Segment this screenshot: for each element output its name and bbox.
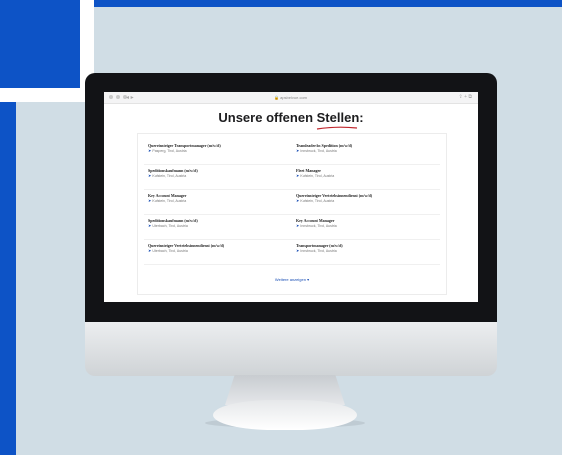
job-grid: Quereinsteiger Transportmanager (m/w/d) ➤… <box>144 140 440 265</box>
job-location-text: Uterbach, Tirol, Austria <box>152 224 188 228</box>
job-list-card: Quereinsteiger Transportmanager (m/w/d) ➤… <box>137 133 447 295</box>
minimize-dot[interactable] <box>116 95 120 99</box>
job-listing[interactable]: Teamleader/in Spedition (m/w/d) ➤Innsbruc… <box>292 143 440 164</box>
job-listing[interactable]: Speditionskaufmann (m/w/d) ➤Kufstein, Tir… <box>144 168 292 189</box>
job-location: ➤Kufstein, Tirol, Austria <box>148 198 292 204</box>
job-listing[interactable]: Transportmanager (m/w/d) ➤Innsbruck, Tiro… <box>292 243 440 264</box>
monitor-base <box>213 400 357 430</box>
job-location: ➤Pasperg, Tirol, Austria <box>148 148 292 154</box>
job-location-text: Kufstein, Tirol, Austria <box>152 199 187 203</box>
location-pin-icon: ➤ <box>148 223 152 228</box>
job-location: ➤Uterbach, Tirol, Austria <box>148 248 292 254</box>
location-pin-icon: ➤ <box>296 173 300 178</box>
job-row: Quereinsteiger Vertriebsinnendienst (m/w… <box>144 240 440 265</box>
monitor-chin <box>85 322 497 376</box>
job-listing[interactable]: Key Account Manager ➤Innsbruck, Tirol, Au… <box>292 218 440 239</box>
job-row: Speditionskaufmann (m/w/d) ➤Uterbach, Tir… <box>144 215 440 240</box>
job-listing[interactable]: Quereinsteiger Transportmanager (m/w/d) ➤… <box>144 143 292 164</box>
job-listing[interactable]: Quereinsteiger Vertriebsinnendienst (m/w… <box>144 243 292 264</box>
location-pin-icon: ➤ <box>148 173 152 178</box>
job-location: ➤Innsbruck, Tirol, Austria <box>296 248 440 254</box>
browser-toolbar: ◂ ▸ 🔒 apsbelvue.com ⇪ + ⧉ <box>104 92 478 104</box>
page-title: Unsere offenen Stellen: <box>104 110 478 130</box>
job-location-text: Kufstein, Tirol, Austria <box>300 199 335 203</box>
location-pin-icon: ➤ <box>296 198 300 203</box>
location-pin-icon: ➤ <box>148 148 152 153</box>
job-listing[interactable]: Quereinsteiger Vertriebsinnendienst (m/w… <box>292 193 440 214</box>
job-location-text: Kufstein, Tirol, Austria <box>152 174 187 178</box>
monitor-screen: ◂ ▸ 🔒 apsbelvue.com ⇪ + ⧉ Unsere offenen… <box>104 92 478 302</box>
location-pin-icon: ➤ <box>296 248 300 253</box>
address-bar[interactable]: 🔒 apsbelvue.com <box>274 95 307 100</box>
nav-arrows-icon[interactable]: ◂ ▸ <box>126 94 134 101</box>
close-dot[interactable] <box>109 95 113 99</box>
location-pin-icon: ➤ <box>296 148 300 153</box>
toolbar-actions-icon[interactable]: ⇪ + ⧉ <box>459 94 472 100</box>
location-pin-icon: ➤ <box>148 198 152 203</box>
job-location: ➤Innsbruck, Tirol, Austria <box>296 223 440 229</box>
job-location: ➤Kufstein, Tirol, Austria <box>296 198 440 204</box>
job-location: ➤Uterbach, Tirol, Austria <box>148 223 292 229</box>
page-title-highlight: Stellen: <box>316 110 364 125</box>
job-location: ➤Kufstein, Tirol, Austria <box>296 173 440 179</box>
job-row: Speditionskaufmann (m/w/d) ➤Kufstein, Tir… <box>144 165 440 190</box>
job-location-text: Pasperg, Tirol, Austria <box>152 149 187 153</box>
show-more-link[interactable]: Weitere anzeigen ▾ <box>138 277 446 282</box>
window-controls <box>109 95 127 99</box>
job-listing[interactable]: Key Account Manager ➤Kufstein, Tirol, Aus… <box>144 193 292 214</box>
job-location-text: Kufstein, Tirol, Austria <box>300 174 335 178</box>
job-row: Quereinsteiger Transportmanager (m/w/d) ➤… <box>144 140 440 165</box>
job-location-text: Innsbruck, Tirol, Austria <box>300 224 337 228</box>
decorative-square <box>0 0 94 102</box>
location-pin-icon: ➤ <box>148 248 152 253</box>
location-pin-icon: ➤ <box>296 223 300 228</box>
job-listing[interactable]: Speditionskaufmann (m/w/d) ➤Uterbach, Tir… <box>144 218 292 239</box>
title-underline-icon <box>316 126 358 130</box>
job-location-text: Innsbruck, Tirol, Austria <box>300 149 337 153</box>
job-location-text: Uterbach, Tirol, Austria <box>152 249 188 253</box>
job-location: ➤Kufstein, Tirol, Austria <box>148 173 292 179</box>
job-location: ➤Innsbruck, Tirol, Austria <box>296 148 440 154</box>
job-listing[interactable]: Fleet Manager ➤Kufstein, Tirol, Austria <box>292 168 440 189</box>
page-title-prefix: Unsere offenen <box>218 110 314 125</box>
job-location-text: Innsbruck, Tirol, Austria <box>300 249 337 253</box>
job-row: Key Account Manager ➤Kufstein, Tirol, Aus… <box>144 190 440 215</box>
